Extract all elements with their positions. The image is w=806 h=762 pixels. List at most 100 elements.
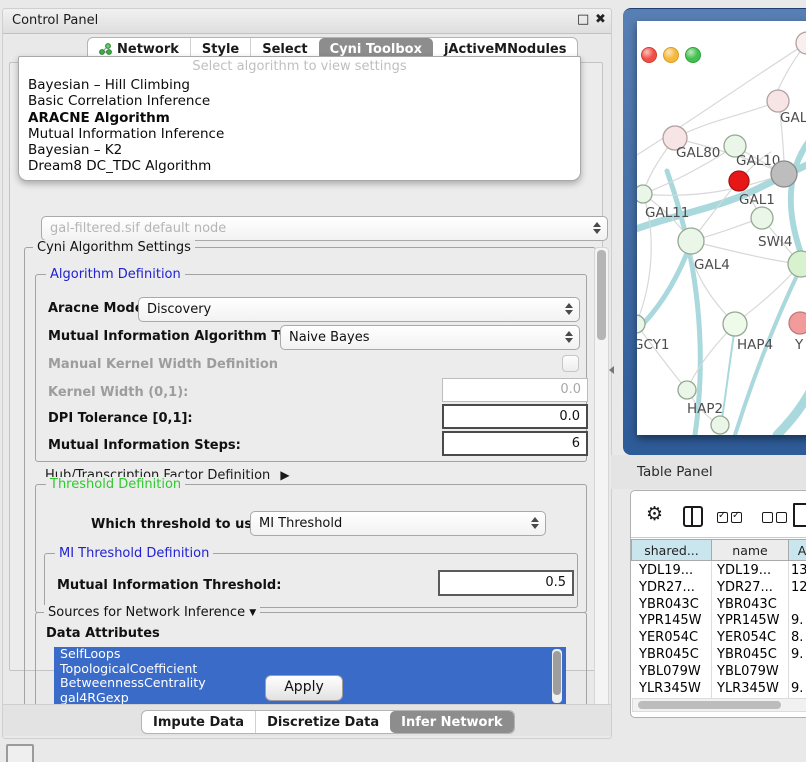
node-label: Y: [794, 337, 804, 353]
table-row[interactable]: YBR045CYBR045C9.: [631, 646, 806, 663]
combo-arrows-icon: [531, 517, 539, 529]
threshold-definition-group: Threshold Definition Which threshold to …: [35, 484, 587, 613]
table-hscrollbar-thumb[interactable]: [638, 701, 781, 709]
mi-steps-input[interactable]: 6: [442, 431, 588, 456]
tab-infer-network[interactable]: Infer Network: [390, 711, 513, 733]
algorithm-dropdown-popup: Select algorithm to view settings Bayesi…: [18, 56, 581, 181]
network-node[interactable]: [767, 90, 789, 112]
node-label: GAL4: [694, 257, 730, 273]
network-view-window: GALGAL80GAL10GAL1SWI4GAL11GAL4GCY1HAP4YH…: [623, 8, 806, 455]
manual-kernel-width-checkbox[interactable]: [562, 355, 579, 372]
minimized-window-icon[interactable]: [6, 744, 34, 762]
control-panel-window: Control Panel □ ✖ NetworkStyleSelectCyni…: [2, 8, 612, 739]
minimize-button[interactable]: [663, 47, 679, 63]
table-row[interactable]: YDR27...YDR27...12: [631, 579, 806, 596]
network-node[interactable]: [796, 32, 806, 54]
mi-algorithm-type-select[interactable]: Naive Bayes: [280, 325, 580, 350]
new-table-icon[interactable]: [793, 503, 806, 527]
network-node[interactable]: [723, 312, 747, 336]
network-node[interactable]: [788, 251, 806, 277]
table-panel-header: Table Panel: [611, 455, 806, 489]
network-canvas[interactable]: GALGAL80GAL10GAL1SWI4GAL11GAL4GCY1HAP4YH…: [637, 21, 806, 435]
table-hscrollbar[interactable]: [632, 698, 806, 712]
close-button[interactable]: [641, 47, 657, 63]
cyni-algorithm-settings-group: Cyni Algorithm Settings Algorithm Defini…: [24, 247, 596, 721]
float-window-icon[interactable]: □: [577, 12, 589, 27]
network-node[interactable]: [711, 416, 729, 434]
dpi-tolerance-label: DPI Tolerance [0,1]:: [48, 411, 193, 426]
settings-vscrollbar-thumb[interactable]: [597, 250, 606, 340]
collapse-caret-icon[interactable]: ▼: [249, 608, 256, 618]
table-row[interactable]: YER054CYER054C8.: [631, 629, 806, 646]
panel-splitter-handle[interactable]: [609, 366, 614, 374]
control-panel-titlebar[interactable]: Control Panel □ ✖: [3, 9, 611, 34]
mi-threshold-input[interactable]: 0.5: [438, 570, 574, 596]
network-node[interactable]: [771, 161, 797, 187]
dpi-tolerance-input[interactable]: 0.0: [442, 404, 588, 429]
close-panel-icon[interactable]: ✖: [595, 12, 606, 27]
network-node[interactable]: [751, 207, 773, 229]
network-selector-value: gal-filtered.sif default node: [50, 221, 226, 236]
application-root: Control Panel □ ✖ NetworkStyleSelectCyni…: [0, 0, 806, 762]
table-panel-window: ⚙ shared... name A YDL19...YDL19...13YDR…: [630, 490, 806, 718]
table-row[interactable]: YBL079WYBL079W: [631, 663, 806, 680]
column-divider: [788, 561, 789, 700]
column-header-name[interactable]: name: [711, 539, 789, 561]
algorithm-option[interactable]: Bayesian – Hill Climbing: [19, 77, 580, 93]
tab-impute-data[interactable]: Impute Data: [142, 711, 255, 733]
mi-type-label: Mutual Information Algorithm Type:: [48, 329, 311, 344]
column-header-next[interactable]: A: [788, 539, 806, 561]
network-node[interactable]: [678, 381, 696, 399]
network-node[interactable]: [637, 185, 652, 203]
network-node[interactable]: [789, 312, 806, 334]
network-edge[interactable]: [791, 141, 806, 259]
zoom-button[interactable]: [685, 47, 701, 63]
attribute-item[interactable]: SelfLoops: [54, 647, 566, 662]
check-all-icon[interactable]: [717, 512, 742, 523]
network-icon: [99, 43, 112, 55]
sources-group-title: Sources for Network Inference ▼: [44, 605, 260, 621]
which-threshold-label: Which threshold to use:: [91, 517, 266, 532]
network-node[interactable]: [729, 171, 749, 191]
aracne-mode-value: Discovery: [147, 302, 211, 317]
toolbar-divider: [631, 537, 806, 538]
apply-button[interactable]: Apply: [265, 675, 343, 701]
aracne-mode-select[interactable]: Discovery: [138, 297, 580, 322]
mi-type-value: Naive Bayes: [289, 330, 369, 345]
tab-discretize-data[interactable]: Discretize Data: [255, 711, 390, 733]
uncheck-all-icon[interactable]: [762, 512, 787, 523]
gear-icon[interactable]: ⚙: [646, 505, 663, 524]
threshold-definition-title: Threshold Definition: [46, 477, 185, 492]
network-node[interactable]: [678, 228, 704, 254]
attribute-item[interactable]: TopologicalCoefficient: [54, 662, 566, 677]
dropdown-items: Bayesian – Hill ClimbingBasic Correlatio…: [19, 77, 580, 175]
table-row[interactable]: YLR345WYLR345W9.: [631, 680, 806, 697]
algorithm-option[interactable]: ARACNE Algorithm: [19, 110, 580, 126]
algorithm-option[interactable]: Bayesian – K2: [19, 142, 580, 158]
attributes-scrollbar[interactable]: [552, 649, 562, 703]
expand-caret-icon[interactable]: ▶: [280, 468, 289, 482]
settings-vscrollbar[interactable]: [594, 247, 609, 721]
table-row[interactable]: YPR145WYPR145W9.: [631, 612, 806, 629]
network-edge[interactable]: [777, 369, 806, 435]
algorithm-definition-title: Algorithm Definition: [46, 267, 185, 282]
which-threshold-select[interactable]: MI Threshold: [250, 511, 546, 536]
table-row[interactable]: YDL19...YDL19...13: [631, 562, 806, 579]
algorithm-option[interactable]: Dream8 DC_TDC Algorithm: [19, 158, 580, 174]
column-header-shared-name[interactable]: shared...: [631, 539, 712, 561]
aracne-mode-label: Aracne Mode:: [48, 301, 149, 316]
network-edge[interactable]: [637, 324, 687, 390]
algorithm-option[interactable]: Mutual Information Inference: [19, 126, 580, 142]
network-node[interactable]: [637, 315, 645, 333]
node-label: GAL1: [739, 192, 775, 208]
algorithm-option[interactable]: Basic Correlation Inference: [19, 93, 580, 109]
network-selector-combobox[interactable]: gal-filtered.sif default node: [41, 216, 608, 241]
kernel-width-input[interactable]: 0.0: [442, 378, 588, 402]
attributes-scrollbar-thumb[interactable]: [553, 651, 561, 695]
dropdown-placeholder: Select algorithm to view settings: [19, 57, 580, 77]
settings-group-title: Cyni Algorithm Settings: [33, 240, 195, 255]
table-row[interactable]: YBR043CYBR043C: [631, 596, 806, 613]
data-attributes-label: Data Attributes: [46, 626, 160, 641]
split-view-icon[interactable]: [683, 506, 703, 527]
node-label: GAL11: [645, 205, 689, 221]
